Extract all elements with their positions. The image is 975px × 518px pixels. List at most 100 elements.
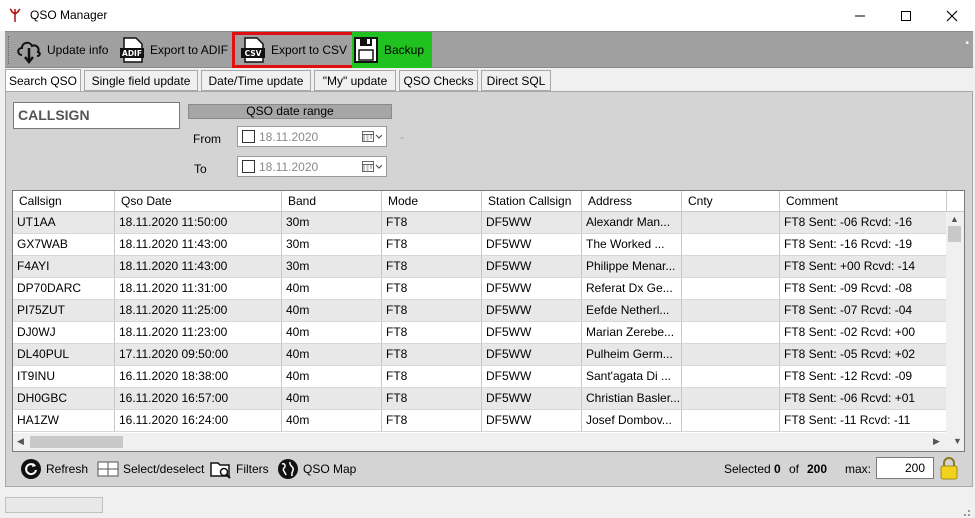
scroll-right-icon[interactable]: ▶ [933, 436, 940, 447]
tab-direct-sql[interactable]: Direct SQL [481, 70, 551, 91]
cell-comment[interactable]: FT8 Sent: -12 Rcvd: -09 [780, 366, 947, 388]
table-row[interactable]: DP70DARC 18.11.2020 11:31:00 40m FT8 DF5WW Re… [13, 278, 947, 300]
cell-address[interactable]: Pulheim Germ... [582, 344, 682, 366]
cell-address[interactable]: Referat Dx Ge... [582, 278, 682, 300]
cell-callsign[interactable]: IT9INU [13, 366, 115, 388]
column-header-band[interactable]: Band [282, 191, 382, 212]
cell-address[interactable]: Alexandr Man... [582, 212, 682, 234]
cell-mode[interactable]: FT8 [382, 322, 482, 344]
cell-comment[interactable]: FT8 Sent: -02 Rcvd: +00 [780, 322, 947, 344]
tab-date-time-update[interactable]: Date/Time update [201, 70, 311, 91]
export-csv-button[interactable]: CSV Export to CSV [232, 32, 357, 68]
cell-mode[interactable]: FT8 [382, 410, 482, 432]
scroll-left-icon[interactable]: ◀ [17, 436, 24, 447]
cell-qso-date[interactable]: 17.11.2020 09:50:00 [115, 344, 282, 366]
minimize-button[interactable] [837, 0, 883, 31]
cell-station-callsign[interactable]: DF5WW [482, 234, 582, 256]
cell-station-callsign[interactable]: DF5WW [482, 344, 582, 366]
cell-qso-date[interactable]: 18.11.2020 11:50:00 [115, 212, 282, 234]
resize-grip[interactable] [968, 510, 970, 512]
horizontal-scrollbar[interactable]: ◀ ▶ ▼ [13, 433, 964, 451]
cell-callsign[interactable]: HA1ZW [13, 410, 115, 432]
cell-mode[interactable]: FT8 [382, 212, 482, 234]
tab-my-update[interactable]: "My" update [314, 70, 396, 91]
column-header-station-callsign[interactable]: Station Callsign [482, 191, 582, 212]
cell-mode[interactable]: FT8 [382, 278, 482, 300]
column-header-callsign[interactable]: Callsign [13, 191, 115, 212]
column-header-mode[interactable]: Mode [382, 191, 482, 212]
cell-comment[interactable]: FT8 Sent: -11 Rcvd: -11 [780, 410, 947, 432]
cell-callsign[interactable]: DP70DARC [13, 278, 115, 300]
cell-callsign[interactable]: PI75ZUT [13, 300, 115, 322]
tab-search-qso[interactable]: Search QSO [5, 69, 81, 92]
cell-station-callsign[interactable]: DF5WW [482, 300, 582, 322]
cell-band[interactable]: 30m [282, 256, 382, 278]
column-header-comment[interactable]: Comment [780, 191, 947, 212]
cell-cnty[interactable] [682, 366, 780, 388]
callsign-input[interactable]: CALLSIGN [13, 102, 180, 129]
column-header-cnty[interactable]: Cnty [682, 191, 780, 212]
update-info-button[interactable]: Update info [15, 32, 108, 68]
cell-station-callsign[interactable]: DF5WW [482, 212, 582, 234]
select-deselect-button[interactable]: Select/deselect [97, 458, 204, 480]
cell-mode[interactable]: FT8 [382, 300, 482, 322]
cell-cnty[interactable] [682, 234, 780, 256]
cell-comment[interactable]: FT8 Sent: -16 Rcvd: -19 [780, 234, 947, 256]
table-row[interactable]: IT9INU 16.11.2020 18:38:00 40m FT8 DF5WW Sant… [13, 366, 947, 388]
table-row[interactable]: HA1ZW 16.11.2020 16:24:00 40m FT8 DF5WW Josef… [13, 410, 947, 432]
cell-address[interactable]: Christian Basler... [582, 388, 682, 410]
cell-callsign[interactable]: GX7WAB [13, 234, 115, 256]
cell-address[interactable]: Josef Dombov... [582, 410, 682, 432]
cell-mode[interactable]: FT8 [382, 366, 482, 388]
cell-comment[interactable]: FT8 Sent: -06 Rcvd: -16 [780, 212, 947, 234]
column-header-qso-date[interactable]: Qso Date [115, 191, 282, 212]
table-row[interactable]: DL40PUL 17.11.2020 09:50:00 40m FT8 DF5WW Pul… [13, 344, 947, 366]
cell-qso-date[interactable]: 18.11.2020 11:25:00 [115, 300, 282, 322]
vertical-scrollbar[interactable]: ▲ [946, 212, 964, 434]
toolbar-grip[interactable] [8, 36, 11, 64]
qso-grid[interactable]: Callsign Qso Date Band Mode Station Callsign… [12, 190, 965, 452]
cell-band[interactable]: 40m [282, 410, 382, 432]
cell-qso-date[interactable]: 18.11.2020 11:43:00 [115, 234, 282, 256]
cell-comment[interactable]: FT8 Sent: +00 Rcvd: -14 [780, 256, 947, 278]
cell-band[interactable]: 40m [282, 344, 382, 366]
table-row[interactable]: DH0GBC 16.11.2020 16:57:00 40m FT8 DF5WW Chri… [13, 388, 947, 410]
to-date-picker[interactable]: 18.11.2020 [237, 156, 387, 177]
cell-station-callsign[interactable]: DF5WW [482, 256, 582, 278]
calendar-dropdown-icon[interactable] [362, 161, 382, 173]
cell-mode[interactable]: FT8 [382, 234, 482, 256]
from-date-checkbox[interactable] [242, 130, 255, 143]
column-header-address[interactable]: Address [582, 191, 682, 212]
cell-comment[interactable]: FT8 Sent: -09 Rcvd: -08 [780, 278, 947, 300]
backup-button[interactable]: Backup [352, 32, 433, 68]
cell-qso-date[interactable]: 16.11.2020 16:24:00 [115, 410, 282, 432]
filters-button[interactable]: Filters [210, 458, 269, 480]
cell-address[interactable]: Sant'agata Di ... [582, 366, 682, 388]
cell-cnty[interactable] [682, 212, 780, 234]
cell-cnty[interactable] [682, 388, 780, 410]
refresh-button[interactable]: Refresh [20, 458, 88, 480]
cell-cnty[interactable] [682, 300, 780, 322]
cell-band[interactable]: 30m [282, 212, 382, 234]
cell-band[interactable]: 40m [282, 300, 382, 322]
cell-address[interactable]: Marian Zerebe... [582, 322, 682, 344]
cell-comment[interactable]: FT8 Sent: -05 Rcvd: +02 [780, 344, 947, 366]
cell-qso-date[interactable]: 18.11.2020 11:23:00 [115, 322, 282, 344]
cell-mode[interactable]: FT8 [382, 344, 482, 366]
cell-cnty[interactable] [682, 278, 780, 300]
cell-comment[interactable]: FT8 Sent: -07 Rcvd: -04 [780, 300, 947, 322]
cell-station-callsign[interactable]: DF5WW [482, 322, 582, 344]
toolbar-overflow-icon[interactable]: • [965, 38, 969, 49]
cell-band[interactable]: 40m [282, 278, 382, 300]
from-date-picker[interactable]: 18.11.2020 [237, 126, 387, 147]
table-row[interactable]: DJ0WJ 18.11.2020 11:23:00 40m FT8 DF5WW Maria… [13, 322, 947, 344]
cell-band[interactable]: 40m [282, 388, 382, 410]
cell-callsign[interactable]: UT1AA [13, 212, 115, 234]
cell-band[interactable]: 40m [282, 322, 382, 344]
table-row[interactable]: PI75ZUT 18.11.2020 11:25:00 40m FT8 DF5WW Eef… [13, 300, 947, 322]
lock-icon[interactable] [939, 456, 959, 483]
cell-station-callsign[interactable]: DF5WW [482, 366, 582, 388]
vertical-scroll-thumb[interactable] [948, 226, 961, 242]
cell-band[interactable]: 30m [282, 234, 382, 256]
cell-address[interactable]: Philippe Menar... [582, 256, 682, 278]
